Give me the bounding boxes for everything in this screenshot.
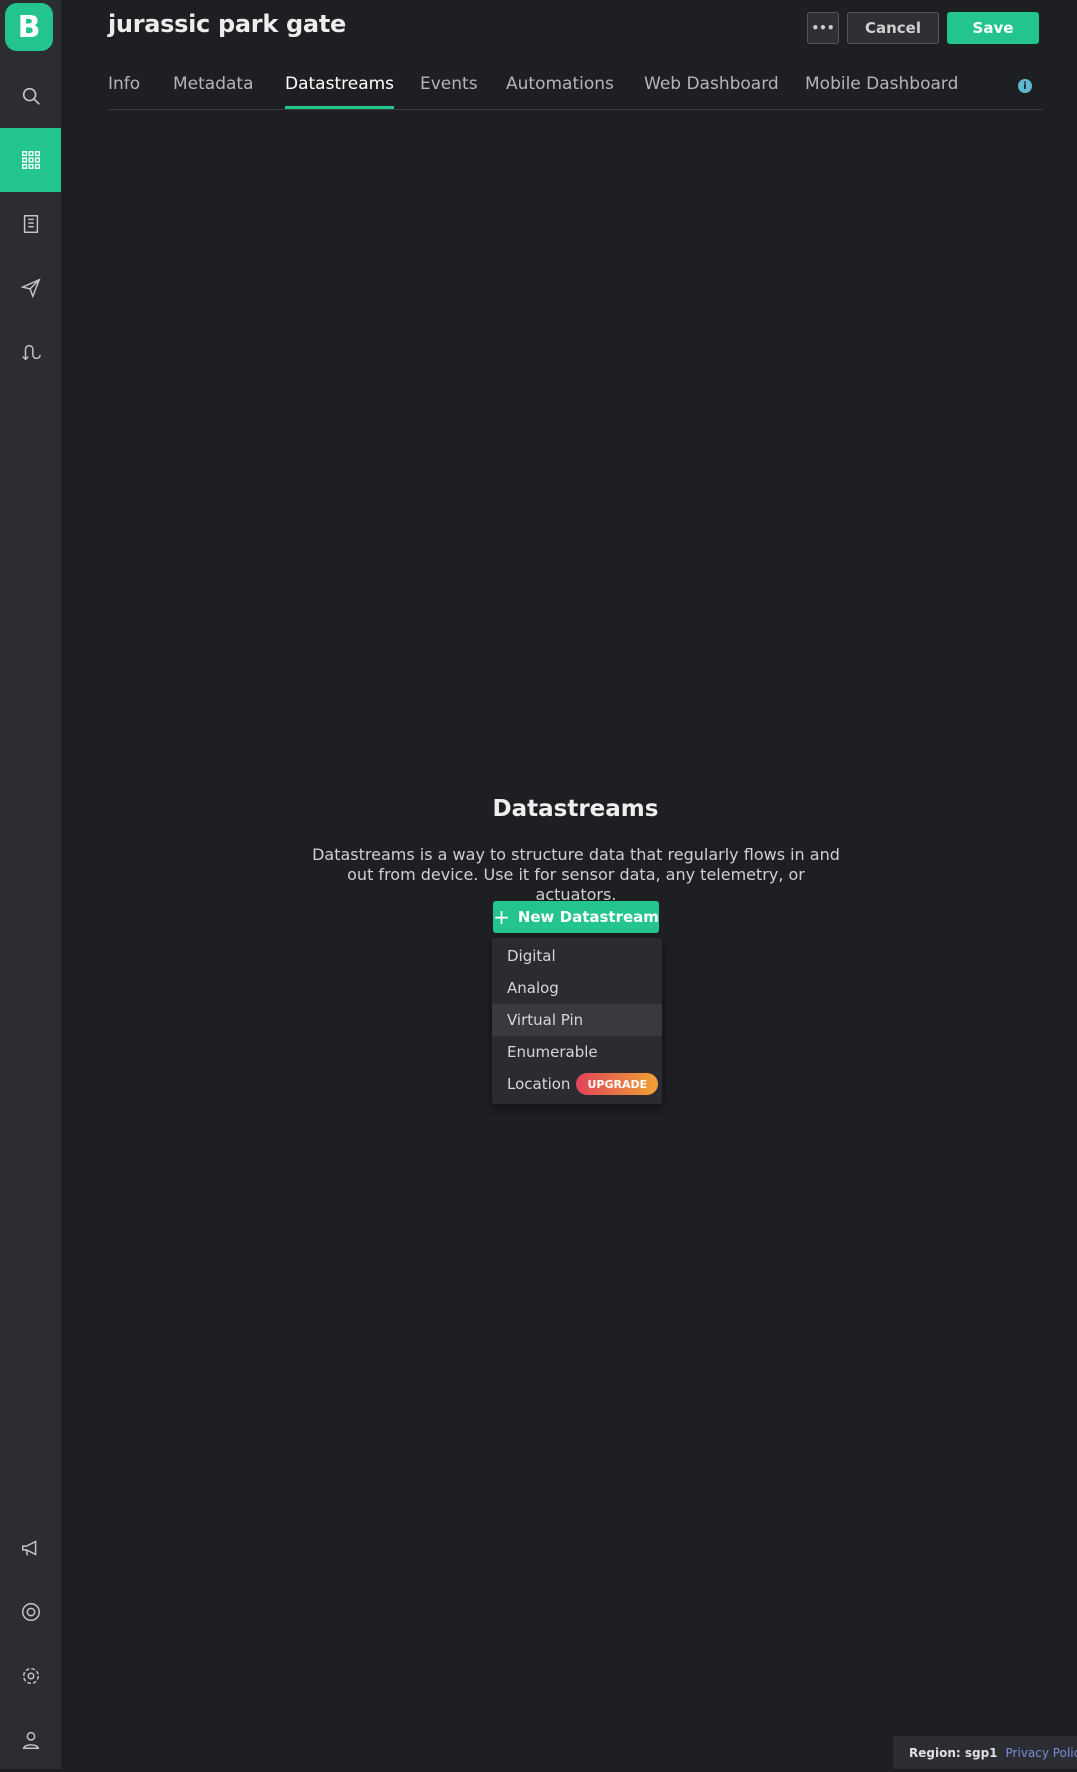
- region-label: Region: sgp1: [909, 1745, 998, 1760]
- menu-item-location[interactable]: Location UPGRADE: [492, 1068, 662, 1100]
- menu-item-location-label: Location: [507, 1075, 571, 1093]
- paper-plane-icon: [20, 278, 41, 299]
- cancel-button[interactable]: Cancel: [847, 12, 939, 44]
- flow-arrows-icon: [21, 344, 41, 361]
- plus-icon: +: [493, 905, 510, 929]
- megaphone-icon: [21, 1540, 36, 1556]
- menu-item-enumerable[interactable]: Enumerable: [492, 1036, 662, 1068]
- page-title: jurassic park gate: [108, 10, 346, 38]
- sidebar-item-help[interactable]: [0, 1580, 61, 1644]
- save-button[interactable]: Save: [947, 12, 1039, 44]
- lifebuoy-icon: [21, 1603, 40, 1621]
- empty-state-title: Datastreams: [492, 796, 659, 822]
- tab-events[interactable]: Events: [420, 74, 478, 108]
- sidebar: B: [0, 0, 61, 1769]
- datastream-type-menu: Digital Analog Virtual Pin Enumerable Lo…: [492, 938, 662, 1104]
- menu-item-digital[interactable]: Digital: [492, 940, 662, 972]
- sidebar-item-settings[interactable]: [0, 1644, 61, 1708]
- gear-icon: [22, 1667, 39, 1685]
- grid-icon: [21, 151, 40, 169]
- new-datastream-button[interactable]: + New Datastream: [493, 901, 659, 933]
- sidebar-item-announcements[interactable]: [0, 1516, 61, 1580]
- tab-datastreams[interactable]: Datastreams: [285, 74, 395, 109]
- new-datastream-label: New Datastream: [517, 908, 659, 926]
- tab-bar: Info Metadata Datastreams Events Automat…: [108, 66, 1043, 110]
- info-icon[interactable]: i: [1018, 79, 1032, 93]
- tab-web-dashboard[interactable]: Web Dashboard: [644, 74, 779, 108]
- search-icon: [22, 87, 40, 105]
- building-icon: [23, 215, 38, 233]
- user-icon: [22, 1731, 39, 1749]
- footer-bar: Region: sgp1 Privacy Policy: [893, 1736, 1077, 1769]
- sidebar-item-organizations[interactable]: [0, 192, 61, 256]
- sidebar-item-search[interactable]: [0, 64, 61, 128]
- tab-automations[interactable]: Automations: [506, 74, 614, 108]
- app-logo[interactable]: B: [5, 3, 53, 51]
- sidebar-item-messages[interactable]: [0, 256, 61, 320]
- empty-state-description: Datastreams is a way to structure data t…: [312, 845, 840, 904]
- privacy-policy-link[interactable]: Privacy Policy: [1006, 1746, 1077, 1760]
- tab-mobile-dashboard[interactable]: Mobile Dashboard: [805, 74, 958, 108]
- sidebar-item-templates[interactable]: [0, 128, 61, 192]
- sidebar-item-profile[interactable]: [0, 1708, 61, 1772]
- tab-metadata[interactable]: Metadata: [173, 74, 254, 108]
- upgrade-badge[interactable]: UPGRADE: [576, 1073, 659, 1095]
- menu-item-analog[interactable]: Analog: [492, 972, 662, 1004]
- sidebar-item-automations[interactable]: [0, 320, 61, 384]
- more-button[interactable]: •••: [807, 12, 839, 44]
- menu-item-virtual-pin[interactable]: Virtual Pin: [492, 1004, 662, 1036]
- tab-info[interactable]: Info: [108, 74, 140, 108]
